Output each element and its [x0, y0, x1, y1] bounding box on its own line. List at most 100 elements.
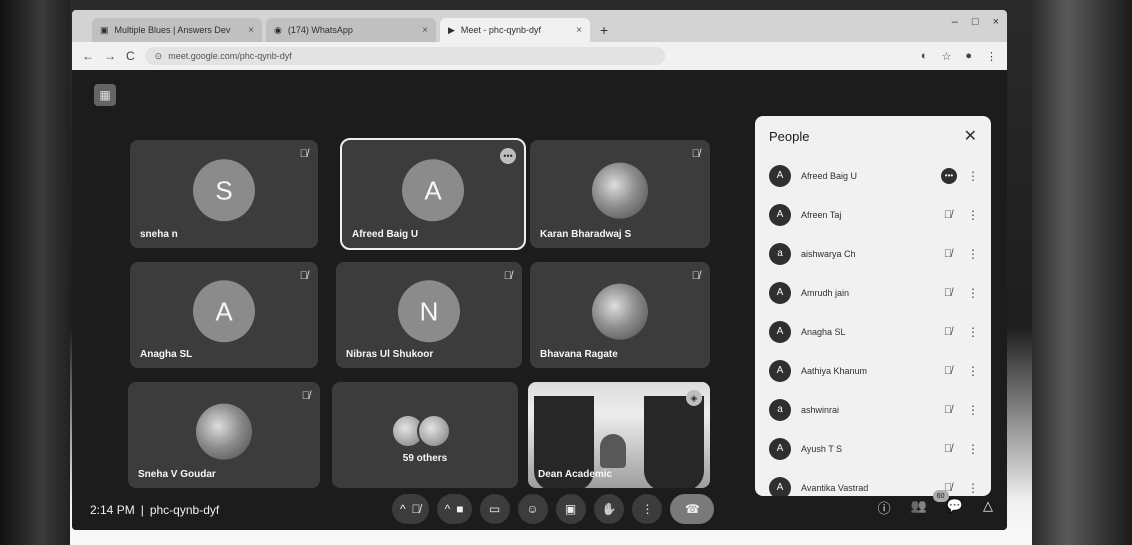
more-options-icon[interactable]: ⋮ [967, 208, 979, 222]
more-options-icon[interactable]: ⋮ [967, 403, 979, 417]
call-controls: ^ 🎙̸ ^ ■ ▭ ☺ ▣ ✋ ⋮ ☎ [392, 494, 715, 524]
tab-close-icon[interactable]: × [248, 25, 254, 36]
participant-name: Karan Bharadwaj S [540, 229, 632, 240]
participant-name: Afreed Baig U [352, 229, 419, 240]
camera-toggle-button[interactable]: ^ ■ [436, 494, 472, 524]
avatar: A [193, 280, 255, 343]
mic-off-icon[interactable]: 🎙̸ [939, 209, 957, 221]
chevron-up-icon: ^ [400, 502, 406, 516]
meeting-time: 2:14 PM [90, 503, 135, 517]
menu-kebab-icon[interactable]: ⋮ [986, 50, 997, 63]
tab-close-icon[interactable]: × [422, 25, 428, 36]
avatar: a [769, 398, 791, 421]
people-panel-header: People ✕ [755, 116, 991, 156]
background-left [0, 0, 70, 545]
browser-tab[interactable]: ▣ Multiple Blues | Answers Dev × [92, 18, 262, 42]
forward-button[interactable]: → [104, 49, 116, 63]
participant-name: Anagha SL [140, 349, 193, 360]
participant-name: ashwinrai [801, 404, 840, 415]
mic-off-icon: 🎙̸ [301, 390, 310, 402]
others-tile[interactable]: 59 others [332, 382, 518, 488]
browser-tab[interactable]: ◉ (174) WhatsApp × [266, 18, 436, 42]
participant-row[interactable]: a aishwarya Ch 🎙̸ ⋮ [755, 234, 991, 273]
close-window-icon[interactable]: × [993, 16, 999, 28]
leave-call-button[interactable]: ☎ [670, 494, 715, 524]
participant-tile[interactable]: 🎙̸ Sneha V Goudar [128, 382, 320, 488]
camera-indicator-icon[interactable]: ◐ [921, 50, 928, 63]
more-options-icon[interactable]: ⋮ [967, 325, 979, 339]
more-options-button[interactable]: ⋮ [632, 494, 663, 524]
back-button[interactable]: ← [82, 49, 94, 63]
mic-off-icon: 🎙̸ [691, 148, 700, 160]
present-screen-button[interactable]: ▣ [555, 494, 586, 524]
participant-name: aishwarya Ch [801, 248, 856, 259]
avatar: N [398, 280, 460, 343]
participant-tile[interactable]: S 🎙̸ sneha n [130, 140, 318, 248]
chat-icon[interactable]: 💬 [947, 498, 963, 517]
participant-row[interactable]: A Afreen Taj 🎙̸ ⋮ [755, 195, 991, 234]
activities-icon[interactable]: △ [983, 498, 993, 517]
site-info-icon[interactable]: ⊙ [155, 51, 163, 62]
raise-hand-button[interactable]: ✋ [593, 494, 625, 524]
close-panel-icon[interactable]: ✕ [964, 126, 977, 146]
mic-off-icon[interactable]: 🎙̸ [939, 326, 957, 338]
participant-row[interactable]: a ashwinrai 🎙̸ ⋮ [755, 390, 991, 429]
participant-row[interactable]: A Anagha SL 🎙̸ ⋮ [755, 312, 991, 351]
maximize-icon[interactable]: □ [972, 16, 979, 28]
info-separator: | [140, 503, 144, 517]
more-options-icon[interactable]: ⋮ [967, 247, 979, 261]
reload-button[interactable]: C [126, 49, 135, 63]
pin-icon[interactable]: ◈ [686, 390, 702, 406]
people-button[interactable]: 👥 60 [910, 490, 949, 517]
participant-name: Amrudh jain [801, 287, 850, 298]
bookmark-star-icon[interactable]: ☆ [941, 50, 951, 63]
participant-row[interactable]: A Amrudh jain 🎙̸ ⋮ [755, 273, 991, 312]
participant-row[interactable]: A Afreed Baig U ••• ⋮ [755, 156, 991, 195]
avatar: A [769, 359, 791, 382]
participant-name: Aathiya Khanum [801, 365, 868, 376]
browser-tab-active[interactable]: ▶ Meet - phc-qynb-dyf × [440, 18, 590, 42]
more-options-icon[interactable]: ⋮ [967, 442, 979, 456]
emoji-reactions-button[interactable]: ☺ [517, 494, 548, 524]
speaking-indicator-icon: ••• [941, 167, 957, 184]
people-icon: 👥 [910, 498, 927, 513]
more-options-icon[interactable]: ⋮ [967, 364, 979, 378]
mic-off-icon[interactable]: 🎙̸ [939, 287, 957, 299]
mic-off-icon[interactable]: 🎙̸ [939, 248, 957, 260]
minimize-icon[interactable]: – [952, 16, 958, 28]
others-avatar-stack [391, 413, 451, 448]
mic-off-icon[interactable]: 🎙̸ [939, 443, 957, 455]
captions-button[interactable]: ▭ [479, 494, 510, 524]
avatar [417, 413, 451, 448]
more-options-icon[interactable]: ⋮ [967, 169, 979, 183]
participant-tile[interactable]: 🎙̸ Bhavana Ragate [530, 262, 710, 368]
participant-tile-active[interactable]: A ••• Afreed Baig U [340, 138, 526, 250]
participant-tile[interactable]: 🎙̸ Karan Bharadwaj S [530, 140, 710, 248]
more-options-icon[interactable]: ⋮ [967, 286, 979, 300]
participant-tile-video[interactable]: ◈ Dean Academic [528, 382, 710, 488]
participant-row[interactable]: A Aathiya Khanum 🎙̸ ⋮ [755, 351, 991, 390]
participant-row[interactable]: A Ayush T S 🎙̸ ⋮ [755, 429, 991, 468]
meeting-details-icon[interactable]: ▦ [94, 84, 116, 106]
meeting-info: 2:14 PM | phc-qynb-dyf [90, 503, 219, 517]
tab-close-icon[interactable]: × [576, 25, 582, 36]
address-bar[interactable]: ⊙ meet.google.com/phc-qynb-dyf [144, 47, 665, 65]
mic-off-icon[interactable]: 🎙̸ [939, 404, 957, 416]
participant-tile[interactable]: A 🎙̸ Anagha SL [130, 262, 318, 368]
meet-main: ▦ S 🎙̸ sneha n A ••• Afreed Baig U 🎙̸ Ka… [72, 70, 1007, 530]
mic-off-icon[interactable]: 🎙̸ [939, 365, 957, 377]
profile-photo [592, 283, 648, 340]
profile-photo [592, 162, 648, 219]
tab-title: Meet - phc-qynb-dyf [460, 25, 541, 35]
meeting-info-icon[interactable]: ⓘ [878, 498, 891, 517]
avatar: A [769, 164, 791, 187]
mic-off-icon: 🎙̸ [411, 502, 421, 516]
participant-name: Bhavana Ragate [540, 349, 618, 360]
new-tab-button[interactable]: + [594, 22, 614, 42]
meet-favicon-icon: ▶ [448, 24, 455, 35]
participant-count-badge: 60 [932, 490, 949, 502]
participant-name: Anagha SL [801, 326, 846, 337]
profile-icon[interactable]: ● [965, 50, 972, 63]
participant-tile[interactable]: N 🎙̸ Nibras Ul Shukoor [336, 262, 522, 368]
mic-toggle-button[interactable]: ^ 🎙̸ [392, 494, 429, 524]
